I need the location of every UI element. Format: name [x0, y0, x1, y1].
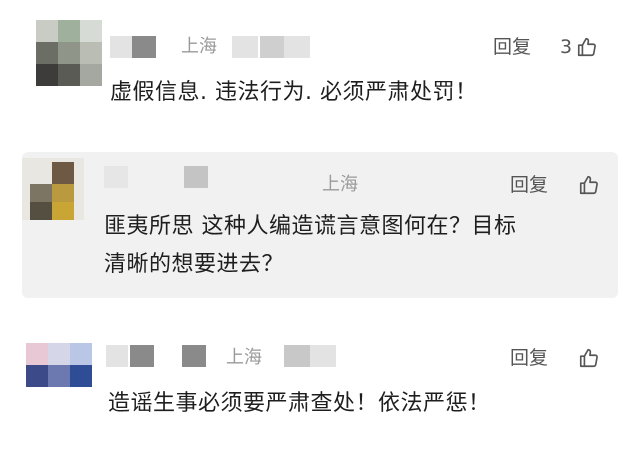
like-button[interactable]	[578, 346, 600, 370]
username[interactable]	[104, 166, 128, 188]
comment-text: 造谣生事必须要严肃查处！依法严惩！	[108, 391, 491, 416]
avatar[interactable]	[26, 343, 92, 409]
username[interactable]	[106, 345, 128, 367]
avatar[interactable]	[36, 20, 102, 86]
redacted-block	[284, 36, 310, 58]
username[interactable]	[182, 345, 206, 367]
username[interactable]	[110, 36, 132, 58]
comment-item: 上海 回复 3 虚假信息. 违法行为. 必须严肃处罚！	[0, 18, 640, 128]
comment-text-line: 清晰的想要进去？	[104, 252, 285, 277]
reply-item: 上海 回复 匪夷所思 这种人编造谎言意图何在？目标 清晰的想要进去？	[0, 152, 640, 298]
like-count: 3	[560, 36, 573, 58]
username[interactable]	[132, 36, 156, 58]
like-button[interactable]	[578, 173, 600, 197]
thumbs-up-icon	[578, 174, 600, 196]
redacted-block	[260, 36, 284, 58]
reply-button[interactable]: 回复	[510, 346, 548, 370]
like-button[interactable]: 3	[560, 35, 598, 59]
avatar[interactable]	[22, 158, 84, 220]
comment-item: 上海 回复 造谣生事必须要严肃查处！依法严惩！	[0, 335, 640, 455]
comment-text-line: 匪夷所思 这种人编造谎言意图何在？目标	[104, 214, 517, 239]
reply-button[interactable]: 回复	[493, 35, 531, 59]
location-label: 上海	[226, 347, 262, 368]
username[interactable]	[184, 166, 208, 188]
location-label: 上海	[322, 174, 358, 195]
location-label: 上海	[181, 36, 217, 57]
redacted-block	[284, 345, 310, 367]
comment-text: 虚假信息. 违法行为. 必须严肃处罚！	[110, 80, 478, 105]
reply-button[interactable]: 回复	[510, 173, 548, 197]
redacted-block	[232, 36, 258, 58]
username[interactable]	[130, 345, 154, 367]
thumbs-up-icon	[578, 347, 600, 369]
redacted-block	[310, 345, 336, 367]
thumbs-up-icon	[576, 36, 598, 58]
